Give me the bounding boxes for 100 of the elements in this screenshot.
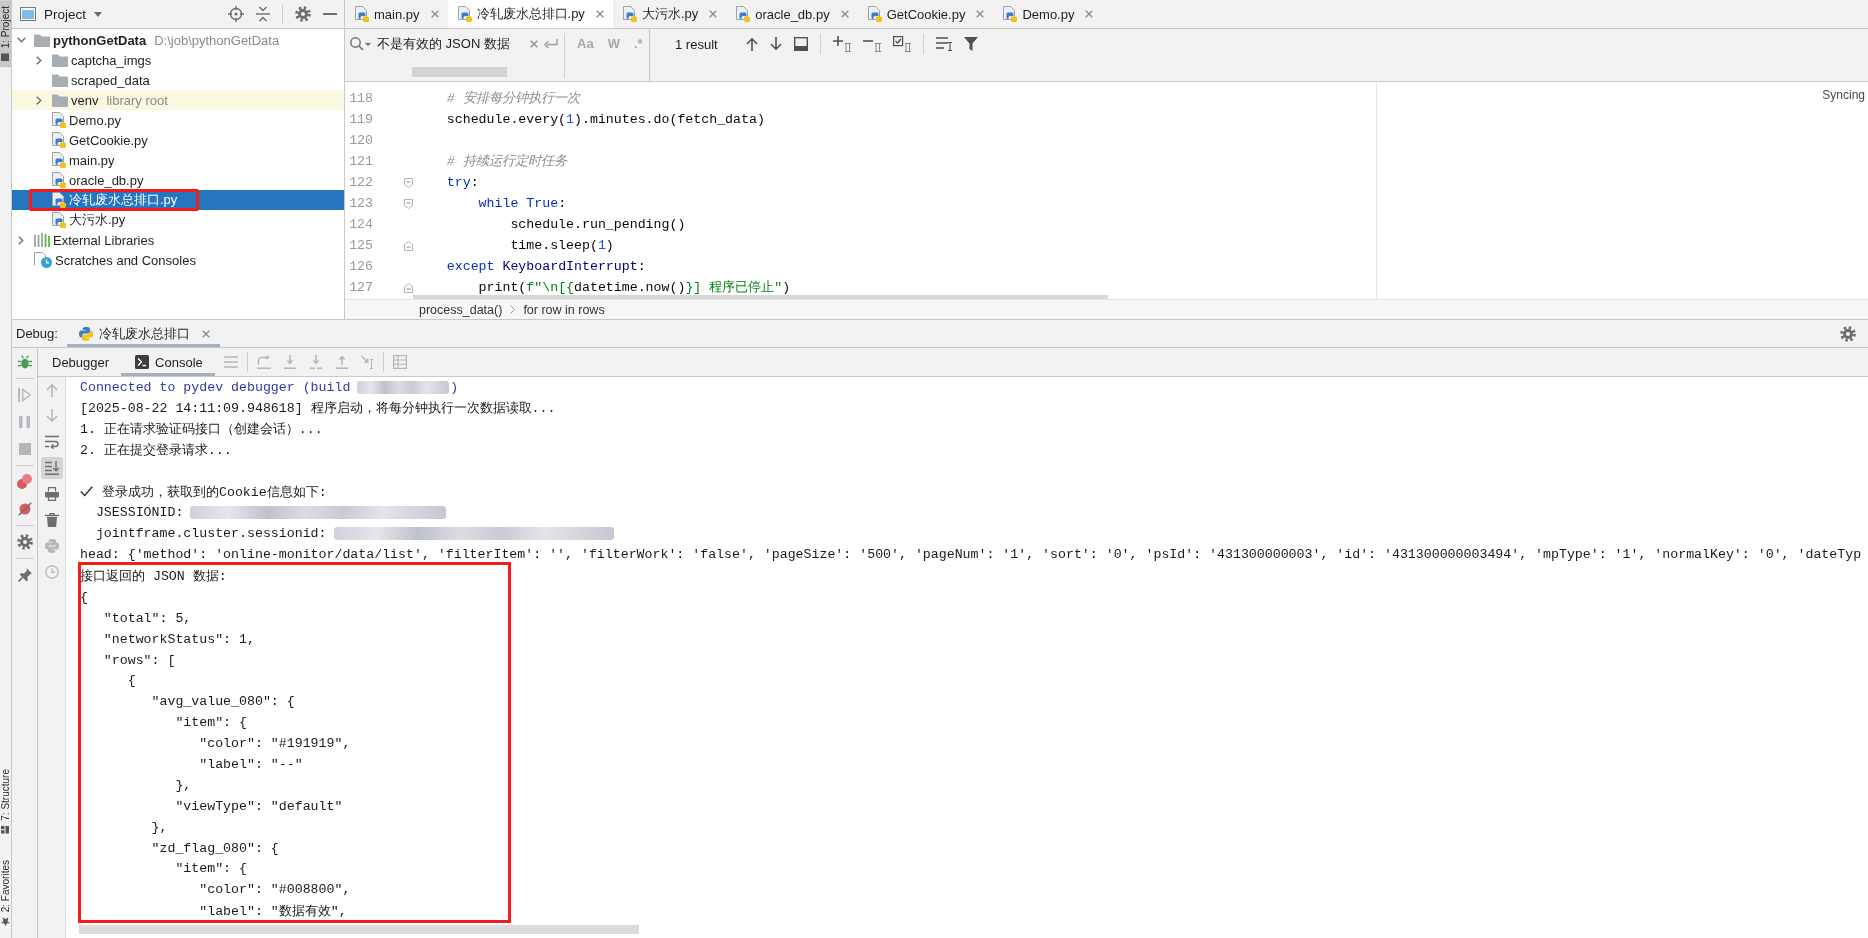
console-text: 1. 正在请求验证码接口（创建会话）... <box>80 421 323 439</box>
filter-icon[interactable] <box>963 37 978 51</box>
console-text: "total": 5, <box>102 610 192 626</box>
caret-down-icon[interactable] <box>16 37 26 43</box>
line-number: 118 <box>348 91 373 106</box>
settings-icon[interactable] <box>16 533 33 550</box>
trash-icon[interactable] <box>44 513 59 527</box>
breakpoint-dots-icon[interactable] <box>17 474 32 489</box>
line-number: 121 <box>348 154 373 169</box>
line-number: 122 <box>348 175 373 190</box>
tree-item[interactable]: 冷轧废水总排口.py <box>69 191 178 209</box>
console-text: "color": "#008800", <box>198 882 351 898</box>
caret-right-icon[interactable] <box>36 95 42 105</box>
editor-tab[interactable]: 大污水.py <box>612 0 727 28</box>
close-icon[interactable] <box>430 10 439 18</box>
editor-tab[interactable]: main.py <box>345 0 448 28</box>
bug-icon[interactable] <box>17 354 32 369</box>
breadcrumb[interactable]: process_data() <box>419 302 503 317</box>
checkbox-bars-icon[interactable] <box>892 36 911 52</box>
pin-icon[interactable] <box>17 567 32 582</box>
line-number: 125 <box>348 238 373 253</box>
horizontal-scrollbar[interactable] <box>79 925 639 934</box>
line-number: 126 <box>348 259 373 274</box>
code-line: # 安排每分钟执行一次 <box>445 91 580 106</box>
editor-tab[interactable]: 冷轧废水总排口.py <box>447 0 613 28</box>
caret-right-icon[interactable] <box>18 235 24 245</box>
editor-tab[interactable]: GetCookie.py <box>857 0 994 28</box>
tree-item[interactable]: oracle_db.py <box>69 172 144 188</box>
tree-item[interactable]: main.py <box>69 152 115 168</box>
settings-icon[interactable] <box>295 6 311 22</box>
arrow-up-icon[interactable] <box>745 37 758 51</box>
caret-right-icon[interactable] <box>36 55 42 65</box>
console-text: JSESSIONID: <box>94 505 184 521</box>
fold-marker-icon[interactable] <box>404 177 413 188</box>
plus-bars-icon[interactable] <box>832 36 851 52</box>
console-text: 接口返回的 JSON 数据: <box>80 568 227 586</box>
tree-item[interactable]: venv <box>71 92 99 108</box>
arrow-down-icon[interactable] <box>769 37 782 51</box>
code-line: print(f"\n[{datetime.now()}] 程序已停止") <box>477 280 791 295</box>
search-field[interactable]: 不是有效的 JSON 数据 <box>345 29 564 81</box>
folder-icon <box>52 53 68 67</box>
crosshair-icon[interactable] <box>228 6 244 22</box>
line-number: 123 <box>348 196 373 211</box>
view-tab[interactable]: Debugger <box>38 348 122 376</box>
square-icon <box>1 53 10 62</box>
tree-item[interactable]: GetCookie.py <box>69 132 148 148</box>
slashed-circle-icon[interactable] <box>17 501 32 516</box>
view-dropdown[interactable]: Project <box>44 6 103 22</box>
tool-window-tab[interactable]: 1: Project <box>0 0 11 68</box>
tree-item[interactable]: Demo.py <box>69 112 122 128</box>
close-icon[interactable] <box>595 10 604 18</box>
console-text: }, <box>174 777 192 793</box>
tree-item[interactable]: External Libraries <box>53 232 155 248</box>
fold-marker-icon[interactable] <box>404 282 413 293</box>
window-icon[interactable] <box>793 37 808 51</box>
tree-item[interactable]: 大污水.py <box>69 211 126 229</box>
breadcrumb[interactable]: for row in rows <box>523 302 605 317</box>
python-file-icon <box>52 192 66 208</box>
panel-title: Debug: <box>16 326 58 341</box>
return-arrow-icon[interactable] <box>544 38 558 50</box>
tool-window-tab[interactable]: 2: Favorites <box>0 853 11 932</box>
fold-marker-icon[interactable] <box>404 240 413 251</box>
tree-item[interactable]: scraped_data <box>71 72 150 88</box>
python-file-icon <box>52 132 66 148</box>
project-path: D:\job\pythonGetData <box>154 32 280 48</box>
lines-filter-icon[interactable] <box>935 37 952 51</box>
editor-tab[interactable]: oracle_db.py <box>726 0 858 28</box>
code-line: try: <box>445 175 479 190</box>
console-text: 2. 正在提交登录请求... <box>80 442 232 460</box>
folder-icon <box>52 73 68 87</box>
library-root-note: library root <box>106 92 168 108</box>
tree-item[interactable]: Scratches and Consoles <box>55 252 196 268</box>
scroll-end-icon[interactable] <box>40 457 63 479</box>
close-icon[interactable] <box>201 329 210 338</box>
console-text: 登录成功，获取到的Cookie信息如下: <box>102 483 327 501</box>
close-icon[interactable] <box>1085 10 1094 18</box>
tree-item[interactable]: captcha_imgs <box>71 52 152 68</box>
tool-window-tab[interactable]: 7: Structure <box>0 763 11 840</box>
tree-item[interactable]: pythonGetData <box>53 32 147 48</box>
close-icon[interactable] <box>530 40 538 48</box>
console-text: jointframe.cluster.sessionid: <box>94 526 327 542</box>
result-count: 1 result <box>675 36 718 52</box>
blocks-icon <box>1 825 10 834</box>
library-bars-icon <box>34 233 50 247</box>
editor-tab[interactable]: Demo.py <box>993 0 1103 28</box>
console-text: "viewType": "default" <box>174 798 343 814</box>
close-icon[interactable] <box>709 10 718 18</box>
close-icon[interactable] <box>840 10 849 18</box>
python-file-icon <box>457 6 472 22</box>
console-text: "label": "--" <box>198 756 303 772</box>
printer-icon[interactable] <box>44 487 59 501</box>
python-file-icon <box>355 6 369 22</box>
scrollbar[interactable] <box>412 67 507 77</box>
settings-icon[interactable] <box>1840 325 1856 342</box>
collapse-arrows-icon[interactable] <box>256 6 270 22</box>
fold-marker-icon[interactable] <box>404 198 413 209</box>
wrap-lines-icon[interactable] <box>44 435 59 449</box>
search-icon[interactable] <box>350 37 371 51</box>
close-icon[interactable] <box>976 10 985 18</box>
line-number: 120 <box>348 133 373 148</box>
